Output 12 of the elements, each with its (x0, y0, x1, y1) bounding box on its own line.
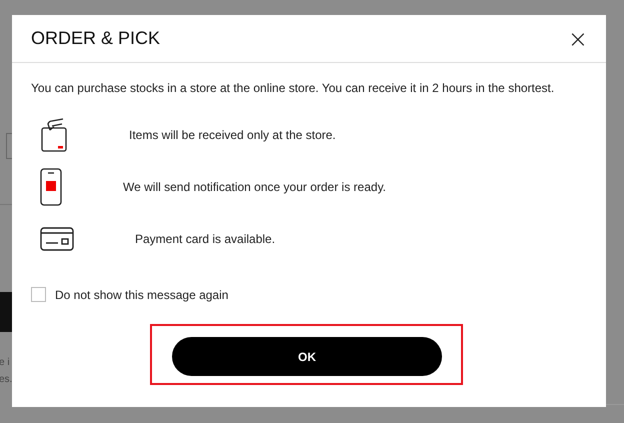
hand-box-icon (40, 118, 68, 152)
ok-button[interactable]: OK (172, 337, 442, 376)
intro-text: You can purchase stocks in a store at the online store. You can receive it in 2 hours in the shortest. (31, 81, 556, 95)
dialog-title: ORDER & PICK (31, 28, 160, 49)
checkbox-label: Do not show this message again (55, 288, 228, 302)
feature-text: Items will be received only at the store. (129, 128, 336, 142)
checkbox[interactable] (31, 287, 46, 302)
phone-icon (40, 168, 62, 206)
credit-card-icon (40, 227, 74, 251)
close-button[interactable]: × (568, 26, 588, 50)
feature-text: We will send notification once your order is ready. (123, 180, 386, 194)
feature-text: Payment card is available. (135, 232, 276, 246)
